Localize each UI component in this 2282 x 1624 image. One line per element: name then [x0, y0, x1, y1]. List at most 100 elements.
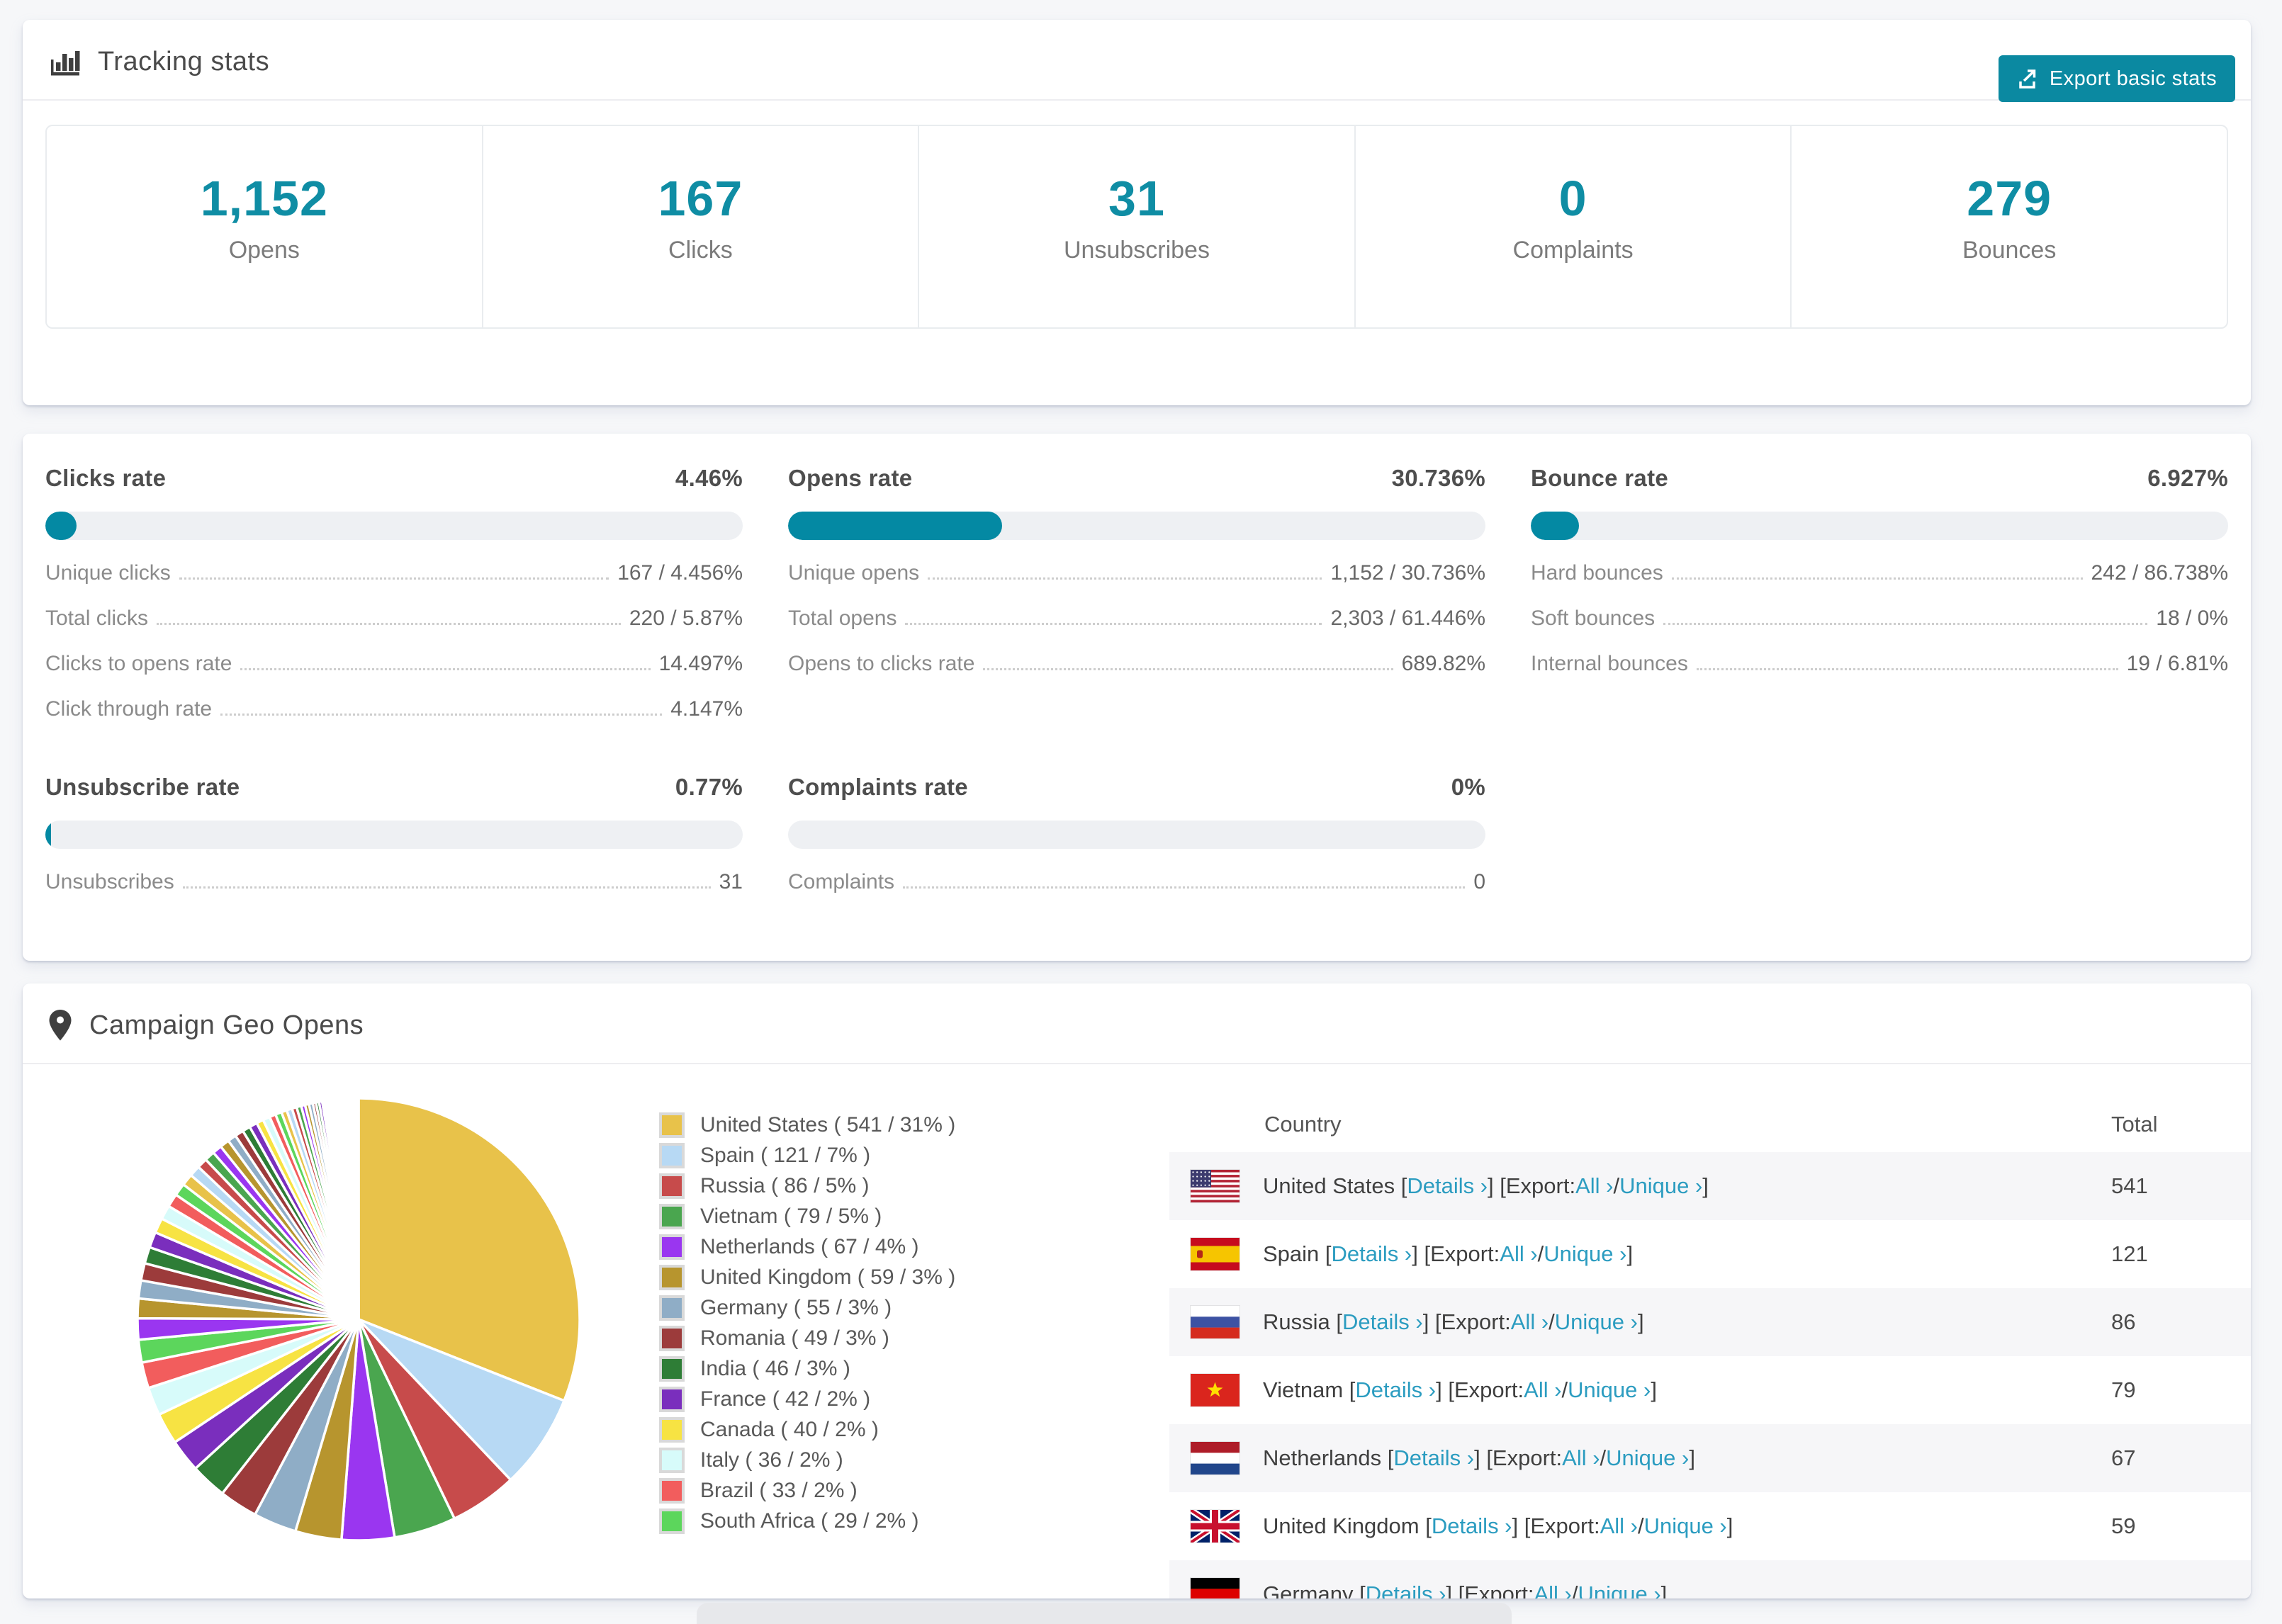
export-unique-link[interactable]: Unique ›	[1568, 1377, 1651, 1403]
dotted-leader	[983, 668, 1393, 670]
country-name: Netherlands	[1263, 1445, 1382, 1470]
rate-detail-row: Total opens 2,303 / 61.446%	[788, 607, 1485, 631]
export-all-link[interactable]: All ›	[1534, 1581, 1571, 1598]
legend-swatch-icon	[659, 1416, 685, 1443]
stat-label: Bounces	[1962, 237, 2057, 264]
country-name: Russia	[1263, 1309, 1330, 1334]
stat-cell-bounces: 279 Bounces	[1790, 126, 2227, 327]
stat-cell-opens: 1,152 Opens	[47, 126, 482, 327]
country-cell: Spain [Details ›] [Export: All › / Uniqu…	[1169, 1238, 2111, 1270]
stat-cell-complaints: 0 Complaints	[1354, 126, 1791, 327]
legend-item[interactable]: Germany ( 55 / 3% )	[659, 1292, 955, 1323]
geo-table: Country Total United States [Details ›] …	[1169, 1097, 2251, 1598]
legend-swatch-icon	[659, 1295, 685, 1321]
country-column-header: Country	[1264, 1112, 1342, 1137]
rate-head: Bounce rate 6.927%	[1531, 465, 2228, 492]
export-all-link[interactable]: All ›	[1524, 1377, 1561, 1403]
export-unique-link[interactable]: Unique ›	[1544, 1241, 1626, 1267]
legend-label: Russia ( 86 / 5% )	[700, 1173, 870, 1197]
legend-item[interactable]: Netherlands ( 67 / 4% )	[659, 1231, 955, 1262]
rate-detail-label: Total clicks	[45, 607, 149, 630]
rate-head: Opens rate 30.736%	[788, 465, 1485, 492]
geo-table-header: Country Total	[1169, 1097, 2251, 1152]
details-link[interactable]: Details ›	[1407, 1173, 1488, 1199]
legend-swatch-icon	[659, 1355, 685, 1382]
summary-stats: 1,152 Opens 167 Clicks 31 Unsubscribes 0…	[45, 125, 2228, 329]
rate-title: Complaints rate	[788, 774, 968, 800]
legend-item[interactable]: Italy ( 36 / 2% )	[659, 1445, 955, 1475]
export-all-link[interactable]: All ›	[1500, 1241, 1537, 1267]
export-icon	[2017, 67, 2040, 90]
rate-detail-label: Hard bounces	[1531, 561, 1663, 585]
dotted-leader	[182, 886, 711, 889]
export-all-link[interactable]: All ›	[1600, 1513, 1638, 1539]
map-pin-icon	[48, 1009, 72, 1042]
details-link[interactable]: Details ›	[1393, 1445, 1474, 1471]
rate-title: Unsubscribe rate	[45, 774, 240, 800]
rate-detail-row: Unique opens 1,152 / 30.736%	[788, 561, 1485, 585]
legend-item[interactable]: India ( 46 / 3% )	[659, 1353, 955, 1384]
rate-detail-row: Clicks to opens rate 14.497%	[45, 652, 743, 676]
export-unique-link[interactable]: Unique ›	[1619, 1173, 1702, 1199]
country-cell: United States [Details ›] [Export: All ›…	[1169, 1170, 2111, 1202]
progress-fill	[1531, 512, 1580, 540]
rate-detail-label: Total opens	[788, 607, 897, 630]
details-link[interactable]: Details ›	[1355, 1377, 1436, 1403]
horizontal-scrollbar-thumb[interactable]	[697, 1603, 1512, 1624]
legend-swatch-icon	[659, 1386, 685, 1412]
geo-table-row: Spain [Details ›] [Export: All › / Uniqu…	[1169, 1220, 2251, 1288]
export-unique-link[interactable]: Unique ›	[1555, 1309, 1638, 1335]
rate-detail-row: Unsubscribes 31	[45, 870, 743, 894]
details-link[interactable]: Details ›	[1366, 1581, 1446, 1598]
rate-detail-value: 31	[719, 870, 743, 893]
legend-item[interactable]: Vietnam ( 79 / 5% )	[659, 1201, 955, 1231]
legend-item[interactable]: Russia ( 86 / 5% )	[659, 1171, 955, 1201]
dotted-leader	[179, 577, 609, 580]
campaign-geo-opens-card: Campaign Geo Opens United States ( 541 /…	[23, 983, 2251, 1598]
legend-label: Romania ( 49 / 3% )	[700, 1326, 889, 1350]
rate-detail-value: 2,303 / 61.446%	[1330, 607, 1485, 630]
export-all-link[interactable]: All ›	[1511, 1309, 1548, 1335]
export-basic-stats-button[interactable]: Export basic stats	[1998, 55, 2235, 102]
rate-detail-value: 689.82%	[1401, 652, 1485, 675]
export-all-link[interactable]: All ›	[1575, 1173, 1613, 1199]
rate-title: Clicks rate	[45, 465, 167, 491]
rate-block: Bounce rate 6.927% Hard bounces 242 / 86…	[1531, 465, 2228, 721]
country-cell: Germany [Details ›] [Export: All › / Uni…	[1169, 1578, 2111, 1598]
legend-item[interactable]: France ( 42 / 2% )	[659, 1384, 955, 1414]
legend-item[interactable]: United Kingdom ( 59 / 3% )	[659, 1262, 955, 1292]
dotted-leader	[1663, 623, 2148, 625]
geo-table-row: Germany [Details ›] [Export: All › / Uni…	[1169, 1560, 2251, 1598]
total-column-header: Total	[2111, 1112, 2158, 1137]
geo-pie-chart[interactable]	[132, 1093, 585, 1546]
legend-item[interactable]: Romania ( 49 / 3% )	[659, 1323, 955, 1353]
export-unique-link[interactable]: Unique ›	[1578, 1581, 1660, 1598]
details-link[interactable]: Details ›	[1432, 1513, 1512, 1539]
country-name: Germany	[1263, 1581, 1354, 1598]
legend-item[interactable]: Brazil ( 33 / 2% )	[659, 1475, 955, 1506]
legend-item[interactable]: Spain ( 121 / 7% )	[659, 1140, 955, 1171]
details-link[interactable]: Details ›	[1332, 1241, 1412, 1267]
legend-item[interactable]: South Africa ( 29 / 2% )	[659, 1506, 955, 1536]
country-name: United States	[1263, 1173, 1395, 1198]
legend-label: Vietnam ( 79 / 5% )	[700, 1204, 882, 1228]
legend-item[interactable]: Canada ( 40 / 2% )	[659, 1414, 955, 1445]
stat-value: 31	[1108, 171, 1165, 226]
details-link[interactable]: Details ›	[1342, 1309, 1423, 1335]
export-unique-link[interactable]: Unique ›	[1644, 1513, 1727, 1539]
export-unique-link[interactable]: Unique ›	[1606, 1445, 1689, 1471]
legend-label: United States ( 541 / 31% )	[700, 1112, 956, 1137]
legend-swatch-icon	[659, 1325, 685, 1351]
legend-item[interactable]: United States ( 541 / 31% )	[659, 1110, 955, 1140]
rate-percent: 4.46%	[675, 465, 743, 491]
pie-slice[interactable]	[356, 1097, 360, 1320]
legend-label: France ( 42 / 2% )	[700, 1387, 871, 1411]
geo-table-rows: United States [Details ›] [Export: All ›…	[1169, 1152, 2251, 1598]
legend-swatch-icon	[659, 1203, 685, 1229]
stat-label: Complaints	[1512, 237, 1634, 264]
legend-swatch-icon	[659, 1508, 685, 1534]
export-all-link[interactable]: All ›	[1562, 1445, 1600, 1471]
country-cell: Vietnam [Details ›] [Export: All › / Uni…	[1169, 1374, 2111, 1406]
dashboard-page: Tracking stats Export basic stats 1,152 …	[0, 0, 2282, 1624]
rate-detail-label: Unsubscribes	[45, 870, 174, 893]
